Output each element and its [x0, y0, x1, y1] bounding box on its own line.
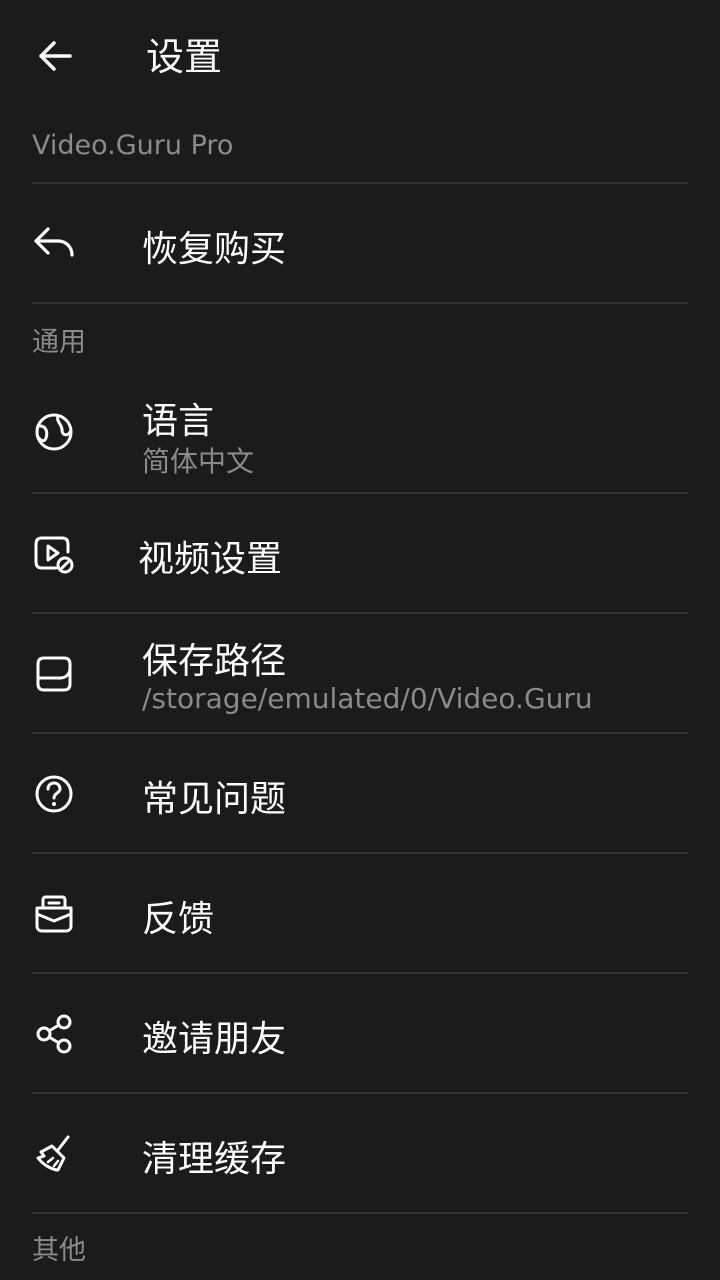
section-label-pro: Video.Guru Pro [32, 130, 234, 161]
language-item[interactable]: 语言 简体中文 [0, 372, 720, 492]
save-path-item[interactable]: 保存路径 /storage/emulated/0/Video.Guru [0, 614, 720, 732]
page-title: 设置 [146, 35, 223, 79]
section-label-other: 其他 [32, 1235, 86, 1266]
restore-purchase-label: 恢复购买 [142, 229, 287, 270]
share-icon [36, 1014, 72, 1054]
mail-icon [35, 895, 73, 933]
arrow-left-icon [39, 41, 72, 71]
globe-icon [35, 413, 73, 451]
faq-item[interactable]: 常见问题 [0, 734, 720, 852]
broom-icon [36, 1135, 70, 1172]
save-icon [36, 656, 72, 692]
toolbar: 设置 [0, 0, 720, 112]
save-path-label: 保存路径 [142, 641, 287, 682]
reply-icon [34, 227, 74, 257]
feedback-label: 反馈 [142, 899, 215, 940]
video-settings-icon [34, 536, 74, 574]
help-icon [35, 775, 73, 813]
save-path-value: /storage/emulated/0/Video.Guru [142, 682, 593, 715]
video-settings-item[interactable]: 视频设置 [0, 494, 720, 612]
clear-cache-item[interactable]: 清理缓存 [0, 1094, 720, 1212]
language-value: 简体中文 [142, 445, 255, 478]
feedback-item[interactable]: 反馈 [0, 854, 720, 972]
back-button[interactable] [26, 26, 86, 86]
restore-purchase-item[interactable]: 恢复购买 [0, 184, 720, 302]
clear-cache-label: 清理缓存 [142, 1139, 287, 1180]
video-settings-label: 视频设置 [138, 539, 283, 580]
section-label-general: 通用 [32, 327, 86, 358]
faq-label: 常见问题 [142, 779, 287, 820]
settings-screen: 设置 Video.Guru Pro 恢复购买 通用 语言 简体中文 视频设置 保… [0, 0, 720, 1280]
language-label: 语言 [142, 401, 215, 442]
divider [32, 302, 688, 304]
invite-friends-label: 邀请朋友 [142, 1019, 287, 1060]
divider [32, 1212, 688, 1214]
invite-friends-item[interactable]: 邀请朋友 [0, 974, 720, 1092]
